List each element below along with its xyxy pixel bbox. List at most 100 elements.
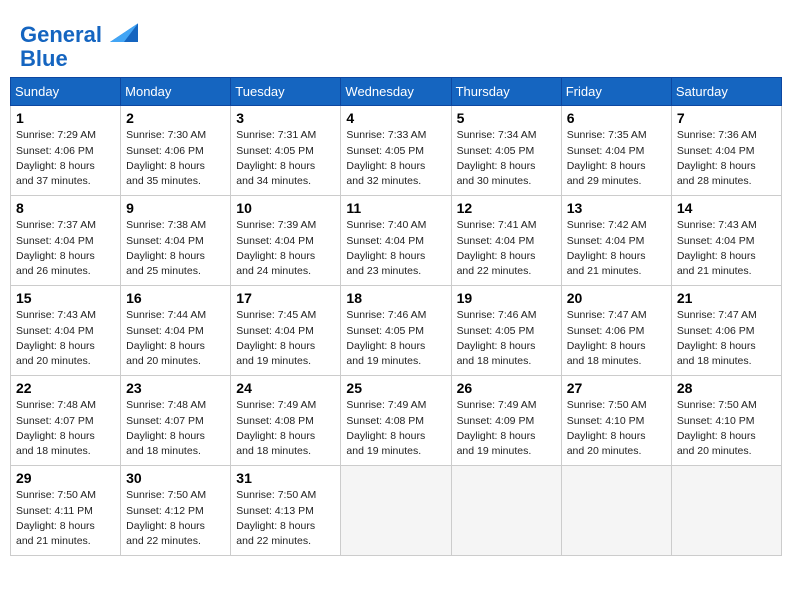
day-cell-5: 5 Sunrise: 7:34 AMSunset: 4:05 PMDaylight… — [451, 106, 561, 196]
weekday-header-sunday: Sunday — [11, 78, 121, 106]
day-number: 29 — [16, 470, 115, 486]
day-info: Sunrise: 7:46 AMSunset: 4:05 PMDaylight:… — [346, 308, 445, 369]
day-number: 5 — [457, 110, 556, 126]
day-cell-4: 4 Sunrise: 7:33 AMSunset: 4:05 PMDaylight… — [341, 106, 451, 196]
day-info: Sunrise: 7:39 AMSunset: 4:04 PMDaylight:… — [236, 218, 335, 279]
day-cell-26: 26 Sunrise: 7:49 AMSunset: 4:09 PMDayligh… — [451, 376, 561, 466]
day-number: 13 — [567, 200, 666, 216]
day-cell-10: 10 Sunrise: 7:39 AMSunset: 4:04 PMDayligh… — [231, 196, 341, 286]
day-cell-21: 21Sunrise: 7:47 AMSunset: 4:06 PMDayligh… — [671, 286, 781, 376]
empty-cell — [451, 466, 561, 556]
day-info: Sunrise: 7:34 AMSunset: 4:05 PMDaylight:… — [457, 128, 556, 189]
day-info: Sunrise: 7:29 AMSunset: 4:06 PMDaylight:… — [16, 128, 115, 189]
day-number: 23 — [126, 380, 225, 396]
day-number: 27 — [567, 380, 666, 396]
day-info: Sunrise: 7:49 AMSunset: 4:08 PMDaylight:… — [346, 398, 445, 459]
day-number: 11 — [346, 200, 445, 216]
day-cell-22: 22 Sunrise: 7:48 AMSunset: 4:07 PMDayligh… — [11, 376, 121, 466]
day-number: 7 — [677, 110, 776, 126]
day-info: Sunrise: 7:49 AMSunset: 4:09 PMDaylight:… — [457, 398, 556, 459]
day-info: Sunrise: 7:46 AMSunset: 4:05 PMDaylight:… — [457, 308, 556, 369]
week-row-5: 29 Sunrise: 7:50 AMSunset: 4:11 PMDayligh… — [11, 466, 782, 556]
day-cell-18: 18 Sunrise: 7:46 AMSunset: 4:05 PMDayligh… — [341, 286, 451, 376]
empty-cell — [671, 466, 781, 556]
day-info: Sunrise: 7:38 AMSunset: 4:04 PMDaylight:… — [126, 218, 225, 279]
day-info: Sunrise: 7:43 AMSunset: 4:04 PMDaylight:… — [677, 218, 776, 279]
day-number: 17 — [236, 290, 335, 306]
day-number: 28 — [677, 380, 776, 396]
day-number: 14 — [677, 200, 776, 216]
day-number: 2 — [126, 110, 225, 126]
day-info: Sunrise: 7:37 AMSunset: 4:04 PMDaylight:… — [16, 218, 115, 279]
day-info: Sunrise: 7:47 AMSunset: 4:06 PMDaylight:… — [567, 308, 666, 369]
day-info: Sunrise: 7:50 AMSunset: 4:11 PMDaylight:… — [16, 488, 115, 549]
day-cell-17: 17 Sunrise: 7:45 AMSunset: 4:04 PMDayligh… — [231, 286, 341, 376]
week-row-2: 8 Sunrise: 7:37 AMSunset: 4:04 PMDaylight… — [11, 196, 782, 286]
day-cell-24: 24 Sunrise: 7:49 AMSunset: 4:08 PMDayligh… — [231, 376, 341, 466]
weekday-header-row: SundayMondayTuesdayWednesdayThursdayFrid… — [11, 78, 782, 106]
day-cell-27: 27 Sunrise: 7:50 AMSunset: 4:10 PMDayligh… — [561, 376, 671, 466]
day-info: Sunrise: 7:42 AMSunset: 4:04 PMDaylight:… — [567, 218, 666, 279]
day-number: 10 — [236, 200, 335, 216]
day-cell-14: 14 Sunrise: 7:43 AMSunset: 4:04 PMDayligh… — [671, 196, 781, 286]
day-info: Sunrise: 7:50 AMSunset: 4:10 PMDaylight:… — [567, 398, 666, 459]
day-info: Sunrise: 7:45 AMSunset: 4:04 PMDaylight:… — [236, 308, 335, 369]
day-cell-3: 3 Sunrise: 7:31 AMSunset: 4:05 PMDaylight… — [231, 106, 341, 196]
day-cell-8: 8 Sunrise: 7:37 AMSunset: 4:04 PMDaylight… — [11, 196, 121, 286]
day-cell-30: 30 Sunrise: 7:50 AMSunset: 4:12 PMDayligh… — [121, 466, 231, 556]
day-info: Sunrise: 7:48 AMSunset: 4:07 PMDaylight:… — [16, 398, 115, 459]
logo-general: General — [20, 22, 102, 47]
logo-icon — [110, 14, 138, 42]
calendar-table: SundayMondayTuesdayWednesdayThursdayFrid… — [10, 77, 782, 556]
day-number: 18 — [346, 290, 445, 306]
day-number: 31 — [236, 470, 335, 486]
day-number: 19 — [457, 290, 556, 306]
day-number: 20 — [567, 290, 666, 306]
day-number: 4 — [346, 110, 445, 126]
day-cell-31: 31 Sunrise: 7:50 AMSunset: 4:13 PMDayligh… — [231, 466, 341, 556]
week-row-3: 15Sunrise: 7:43 AMSunset: 4:04 PMDayligh… — [11, 286, 782, 376]
day-number: 6 — [567, 110, 666, 126]
page-header: General Blue — [10, 10, 782, 77]
day-number: 3 — [236, 110, 335, 126]
day-info: Sunrise: 7:50 AMSunset: 4:12 PMDaylight:… — [126, 488, 225, 549]
day-number: 22 — [16, 380, 115, 396]
day-cell-19: 19 Sunrise: 7:46 AMSunset: 4:05 PMDayligh… — [451, 286, 561, 376]
day-info: Sunrise: 7:41 AMSunset: 4:04 PMDaylight:… — [457, 218, 556, 279]
logo-blue: Blue — [20, 46, 68, 71]
day-cell-13: 13 Sunrise: 7:42 AMSunset: 4:04 PMDayligh… — [561, 196, 671, 286]
day-cell-7: 7 Sunrise: 7:36 AMSunset: 4:04 PMDaylight… — [671, 106, 781, 196]
weekday-header-monday: Monday — [121, 78, 231, 106]
day-number: 26 — [457, 380, 556, 396]
weekday-header-saturday: Saturday — [671, 78, 781, 106]
day-cell-15: 15Sunrise: 7:43 AMSunset: 4:04 PMDayligh… — [11, 286, 121, 376]
day-cell-12: 12 Sunrise: 7:41 AMSunset: 4:04 PMDayligh… — [451, 196, 561, 286]
day-number: 8 — [16, 200, 115, 216]
day-number: 1 — [16, 110, 115, 126]
day-cell-6: 6 Sunrise: 7:35 AMSunset: 4:04 PMDaylight… — [561, 106, 671, 196]
day-number: 25 — [346, 380, 445, 396]
day-number: 12 — [457, 200, 556, 216]
day-number: 16 — [126, 290, 225, 306]
day-info: Sunrise: 7:36 AMSunset: 4:04 PMDaylight:… — [677, 128, 776, 189]
day-info: Sunrise: 7:35 AMSunset: 4:04 PMDaylight:… — [567, 128, 666, 189]
day-info: Sunrise: 7:50 AMSunset: 4:13 PMDaylight:… — [236, 488, 335, 549]
day-info: Sunrise: 7:40 AMSunset: 4:04 PMDaylight:… — [346, 218, 445, 279]
empty-cell — [341, 466, 451, 556]
day-info: Sunrise: 7:49 AMSunset: 4:08 PMDaylight:… — [236, 398, 335, 459]
day-number: 24 — [236, 380, 335, 396]
day-info: Sunrise: 7:33 AMSunset: 4:05 PMDaylight:… — [346, 128, 445, 189]
day-info: Sunrise: 7:50 AMSunset: 4:10 PMDaylight:… — [677, 398, 776, 459]
day-info: Sunrise: 7:31 AMSunset: 4:05 PMDaylight:… — [236, 128, 335, 189]
weekday-header-friday: Friday — [561, 78, 671, 106]
empty-cell — [561, 466, 671, 556]
day-info: Sunrise: 7:44 AMSunset: 4:04 PMDaylight:… — [126, 308, 225, 369]
day-cell-11: 11 Sunrise: 7:40 AMSunset: 4:04 PMDayligh… — [341, 196, 451, 286]
day-number: 15 — [16, 290, 115, 306]
day-number: 21 — [677, 290, 776, 306]
week-row-1: 1 Sunrise: 7:29 AMSunset: 4:06 PMDaylight… — [11, 106, 782, 196]
weekday-header-tuesday: Tuesday — [231, 78, 341, 106]
day-number: 30 — [126, 470, 225, 486]
day-cell-20: 20 Sunrise: 7:47 AMSunset: 4:06 PMDayligh… — [561, 286, 671, 376]
day-cell-2: 2Sunrise: 7:30 AMSunset: 4:06 PMDaylight… — [121, 106, 231, 196]
